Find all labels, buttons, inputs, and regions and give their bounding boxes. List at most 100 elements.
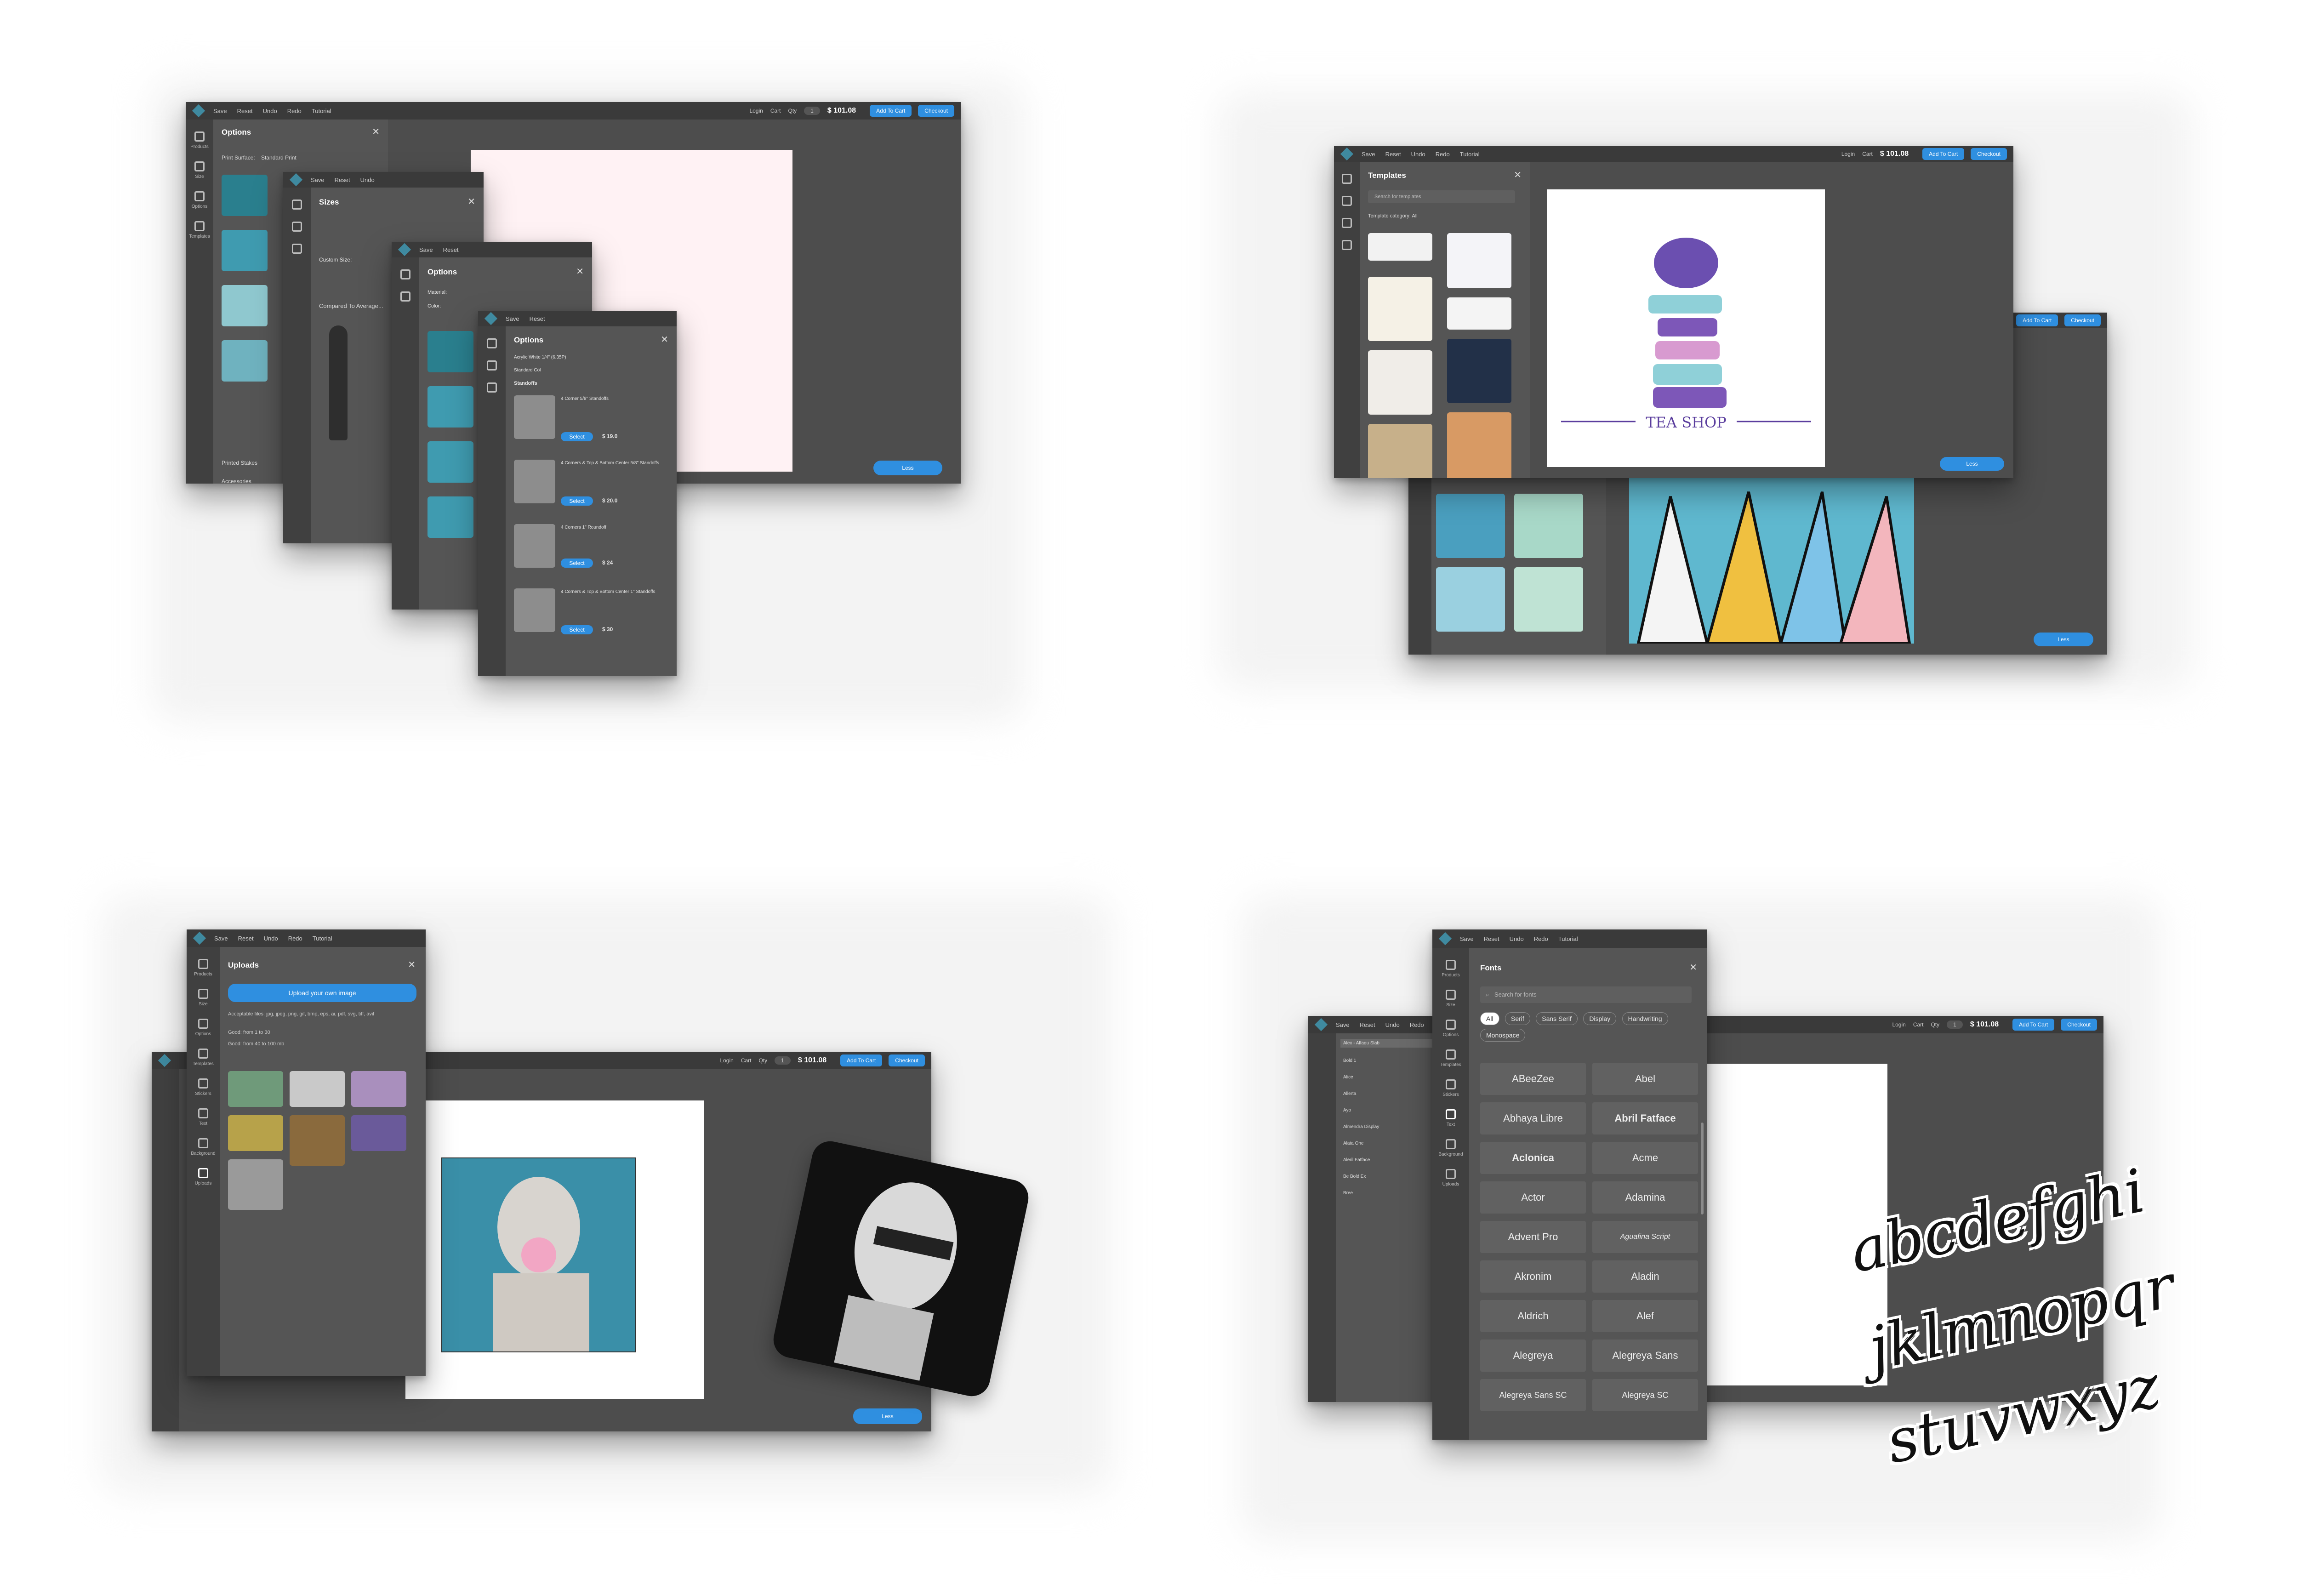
zoom-pill[interactable]: Less [2034,633,2093,646]
add-to-cart-button[interactable]: Add To Cart [840,1054,883,1066]
menu-save[interactable]: Save [1362,151,1375,158]
zoom-pill[interactable]: Less [853,1408,922,1424]
template-search-input[interactable]: Search for templates [1368,190,1515,203]
text-icon[interactable] [198,1108,208,1118]
filter-all[interactable]: All [1480,1012,1499,1025]
product-thumb[interactable] [222,285,268,326]
menu-save[interactable]: Save [419,246,433,253]
product-thumb[interactable] [427,331,473,372]
template-thumb[interactable] [1436,494,1505,558]
menu-tutorial[interactable]: Tutorial [1558,935,1578,942]
add-to-cart-button[interactable]: Add To Cart [2012,1019,2055,1031]
options-icon[interactable] [292,244,302,254]
product-thumb[interactable] [222,230,268,271]
templates-icon[interactable] [1342,240,1352,250]
font-scrollbar[interactable] [1701,1123,1704,1214]
products-icon[interactable] [198,959,208,969]
add-to-cart-button[interactable]: Add To Cart [2016,314,2058,326]
uploaded-thumb[interactable] [351,1115,406,1151]
products-icon[interactable] [1342,174,1352,184]
product-thumb[interactable] [222,340,268,382]
font-option[interactable]: Advent Pro [1480,1221,1586,1253]
options-icon[interactable] [487,382,497,393]
filter-sans-serif[interactable]: Sans Serif [1536,1012,1578,1025]
menu-redo[interactable]: Redo [1534,935,1548,942]
menu-reset[interactable]: Reset [1484,935,1499,942]
uploaded-thumb[interactable] [228,1159,283,1210]
login-link[interactable]: Login [749,108,763,114]
menu-undo[interactable]: Undo [264,935,278,942]
upload-icon[interactable] [1446,1169,1456,1179]
menu-redo[interactable]: Redo [287,108,302,114]
menu-save[interactable]: Save [1336,1021,1350,1028]
template-thumb[interactable] [1514,567,1583,632]
size-icon[interactable] [198,989,208,999]
section-accessories[interactable]: Accessories [222,478,251,484]
template-thumb[interactable] [1368,350,1432,415]
filter-handwriting[interactable]: Handwriting [1622,1012,1668,1025]
uploaded-thumb[interactable] [290,1115,345,1166]
font-list-item[interactable]: Alice [1343,1075,1353,1080]
templates-icon[interactable] [194,221,205,231]
product-thumb[interactable] [427,386,473,428]
template-thumb[interactable] [1447,412,1511,478]
font-option[interactable]: Abril Fatface [1592,1102,1698,1134]
checkout-button[interactable]: Checkout [918,105,954,117]
qty-input[interactable]: 1 [1947,1020,1963,1029]
template-thumb[interactable] [1436,567,1505,632]
menu-save[interactable]: Save [214,935,228,942]
size-icon[interactable] [194,161,205,171]
font-option[interactable]: Adamina [1592,1181,1698,1214]
menu-reset[interactable]: Reset [1360,1021,1375,1028]
template-thumb[interactable] [1447,297,1511,330]
menu-reset[interactable]: Reset [443,246,459,253]
uploaded-thumb[interactable] [228,1071,283,1107]
product-thumb[interactable] [427,441,473,483]
font-option[interactable]: Actor [1480,1181,1586,1214]
qty-input[interactable]: 1 [804,107,820,115]
select-button[interactable]: Select [561,496,593,506]
menu-reset[interactable]: Reset [238,935,254,942]
templates-icon[interactable] [198,1049,208,1059]
stickers-icon[interactable] [1446,1079,1456,1089]
font-option[interactable]: Abel [1592,1063,1698,1095]
zoom-pill[interactable]: Less [873,461,942,475]
login-link[interactable]: Login [1892,1021,1905,1028]
close-icon[interactable]: ✕ [372,126,380,137]
font-list-item[interactable]: Aleril Fatface [1343,1157,1370,1163]
font-search-input[interactable]: ⌕ Search for fonts [1480,986,1692,1003]
cart-link[interactable]: Cart [1862,151,1873,157]
menu-redo[interactable]: Redo [1410,1021,1424,1028]
font-list-item[interactable]: Ayo [1343,1108,1351,1113]
uploaded-thumb[interactable] [351,1071,406,1107]
menu-undo[interactable]: Undo [360,177,375,183]
print-surface-value[interactable]: Standard Print [261,154,296,161]
font-option[interactable]: Aclonica [1480,1142,1586,1174]
selected-image[interactable] [441,1157,636,1352]
menu-tutorial[interactable]: Tutorial [312,108,331,114]
font-list-item[interactable]: Almendra Display [1343,1124,1379,1129]
upload-icon[interactable] [198,1168,208,1178]
products-icon[interactable] [194,131,205,142]
font-option[interactable]: Alegreya [1480,1340,1586,1372]
product-thumb[interactable] [427,496,473,538]
menu-reset[interactable]: Reset [237,108,253,114]
close-icon[interactable]: ✕ [467,196,475,207]
menu-save[interactable]: Save [1460,935,1474,942]
menu-undo[interactable]: Undo [263,108,277,114]
products-icon[interactable] [1446,960,1456,970]
cart-link[interactable]: Cart [1913,1021,1924,1028]
zoom-pill[interactable]: Less [1940,457,2004,471]
font-list-item[interactable]: Alex - Alfaqu Slab [1340,1039,1437,1048]
font-list-item[interactable]: Bold 1 [1343,1058,1356,1063]
menu-redo[interactable]: Redo [1436,151,1450,158]
font-list-item[interactable]: Be Bold Ex [1343,1174,1366,1179]
menu-save[interactable]: Save [311,177,325,183]
close-icon[interactable]: ✕ [576,266,584,277]
font-option[interactable]: Aguafina Script [1592,1221,1698,1253]
menu-save[interactable]: Save [506,315,519,322]
menu-redo[interactable]: Redo [288,935,302,942]
standoff-thumb[interactable] [514,460,555,503]
filter-display[interactable]: Display [1583,1012,1617,1025]
product-thumb[interactable] [222,175,268,216]
